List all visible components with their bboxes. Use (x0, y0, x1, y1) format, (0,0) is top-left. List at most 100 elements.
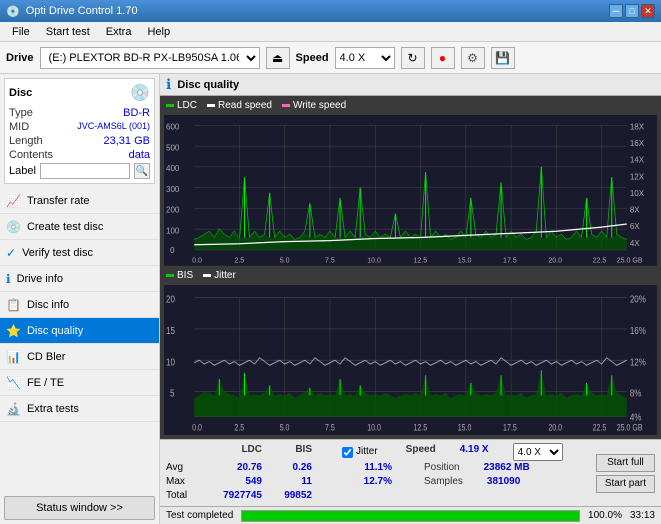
save-button[interactable]: 💾 (491, 47, 515, 69)
close-button[interactable]: ✕ (641, 4, 655, 18)
speed-select[interactable]: 4.0 X 2.0 X 8.0 X (335, 47, 395, 69)
start-part-button[interactable]: Start part (596, 475, 655, 493)
svg-text:15: 15 (166, 325, 175, 336)
progress-bar-container: Test completed 100.0% 33:13 (160, 506, 661, 524)
svg-text:15.0: 15.0 (458, 256, 472, 264)
total-label: Total (166, 489, 202, 503)
max-label: Max (166, 475, 202, 489)
avg-jitter: 11.1% (342, 461, 392, 475)
jitter-checkbox[interactable] (342, 447, 353, 458)
svg-text:15.0: 15.0 (458, 422, 472, 432)
max-jitter: 12.7% (342, 475, 392, 489)
disc-mid-label: MID (9, 121, 29, 133)
sidebar-item-disc-info[interactable]: 📋 Disc info (0, 292, 159, 318)
minimize-button[interactable]: ─ (609, 4, 623, 18)
sidebar-item-disc-quality[interactable]: ⭐ Disc quality (0, 318, 159, 344)
sidebar-item-label-cd-bler: CD Bler (27, 351, 66, 363)
ldc-header: LDC (212, 443, 262, 461)
ldc-legend-color (166, 104, 174, 107)
disc-type-label: Type (9, 107, 33, 119)
svg-text:600: 600 (166, 122, 180, 131)
menu-extra[interactable]: Extra (98, 24, 140, 40)
total-stats-row: Total 7927745 99852 (166, 489, 584, 503)
jitter-legend-color (203, 274, 211, 277)
menu-file[interactable]: File (4, 24, 38, 40)
legend-jitter: Jitter (203, 270, 236, 281)
svg-text:7.5: 7.5 (325, 422, 335, 432)
sidebar-item-label-fe-te: FE / TE (27, 377, 64, 389)
eject-button[interactable]: ⏏ (266, 47, 290, 69)
samples-value: 381090 (487, 475, 520, 489)
sidebar-item-create-test-disc[interactable]: 💿 Create test disc (0, 214, 159, 240)
window-controls: ─ □ ✕ (609, 4, 655, 18)
disc-label-button[interactable]: 🔍 (134, 163, 150, 179)
status-window-label: Status window >> (36, 502, 123, 514)
svg-text:22.5: 22.5 (593, 256, 607, 264)
spacer8 (322, 475, 332, 489)
spacer10 (473, 475, 477, 489)
sidebar-item-label-disc-info: Disc info (27, 299, 69, 311)
lower-chart-area: 20 15 10 5 20% 16% 12% 8% 4% 0.0 2.5 5.0… (164, 285, 657, 436)
disc-quality-icon: ⭐ (6, 324, 21, 338)
sidebar-item-extra-tests[interactable]: 🔬 Extra tests (0, 396, 159, 422)
legend-bis: BIS (166, 270, 193, 281)
avg-label: Avg (166, 461, 202, 475)
svg-text:0.0: 0.0 (192, 422, 202, 432)
disc-type-value: BD-R (123, 107, 150, 119)
sidebar-nav: 📈 Transfer rate 💿 Create test disc ✓ Ver… (0, 188, 159, 492)
sidebar-item-transfer-rate[interactable]: 📈 Transfer rate (0, 188, 159, 214)
disc-type-row: Type BD-R (9, 107, 150, 119)
menu-help[interactable]: Help (139, 24, 178, 40)
upper-chart-area: 600 500 400 300 200 100 0 18X 16X 14X 12… (164, 115, 657, 266)
progress-track (241, 510, 580, 522)
jitter-legend-label: Jitter (214, 270, 236, 281)
sidebar-item-fe-te[interactable]: 📉 FE / TE (0, 370, 159, 396)
bottom-stats-row: LDC BIS Jitter Speed 4.19 X 4.0 X (160, 439, 661, 506)
avg-ldc: 20.76 (212, 461, 262, 475)
disc-label-input[interactable] (40, 163, 130, 179)
svg-text:500: 500 (166, 143, 180, 152)
drive-label: Drive (6, 52, 34, 64)
svg-text:0: 0 (170, 246, 175, 255)
position-label: Position (424, 461, 460, 475)
sidebar-item-verify-test-disc[interactable]: ✓ Verify test disc (0, 240, 159, 266)
ldc-legend-label: LDC (177, 100, 197, 111)
sidebar-item-label-verify-test-disc: Verify test disc (22, 247, 93, 259)
start-full-button[interactable]: Start full (596, 454, 655, 472)
svg-text:200: 200 (166, 205, 180, 214)
stats-table-area: LDC BIS Jitter Speed 4.19 X 4.0 X (160, 440, 590, 506)
svg-text:6X: 6X (630, 222, 640, 231)
app-title: Opti Drive Control 1.70 (26, 5, 138, 17)
svg-text:16X: 16X (630, 139, 645, 148)
avg-stats-row: Avg 20.76 0.26 11.1% Position 23862 MB (166, 461, 584, 475)
svg-text:4X: 4X (630, 239, 640, 248)
config-button[interactable]: ⚙ (461, 47, 485, 69)
toolbar: Drive (E:) PLEXTOR BD-R PX-LB950SA 1.06 … (0, 42, 661, 74)
speed-label: Speed (296, 52, 329, 64)
svg-text:2.5: 2.5 (234, 256, 244, 264)
upper-chart-legend: LDC Read speed Write speed (162, 98, 659, 113)
menu-start-test[interactable]: Start test (38, 24, 98, 40)
sidebar-item-cd-bler[interactable]: 📊 CD Bler (0, 344, 159, 370)
disc-contents-label: Contents (9, 149, 53, 161)
sidebar-item-label-create-test-disc: Create test disc (27, 221, 103, 233)
drive-info-icon: ℹ (6, 272, 11, 286)
drive-select[interactable]: (E:) PLEXTOR BD-R PX-LB950SA 1.06 (40, 47, 260, 69)
refresh-button[interactable]: ↻ (401, 47, 425, 69)
svg-text:22.5: 22.5 (593, 422, 607, 432)
lower-chart-svg: 20 15 10 5 20% 16% 12% 8% 4% 0.0 2.5 5.0… (164, 285, 657, 436)
svg-text:12%: 12% (630, 356, 646, 367)
record-button[interactable]: ● (431, 47, 455, 69)
spacer (322, 443, 332, 461)
chart-title-bar: ℹ Disc quality (160, 74, 661, 96)
total-ldc: 7927745 (212, 489, 262, 503)
speed-stat-select[interactable]: 4.0 X (513, 443, 563, 461)
spacer9 (402, 475, 414, 489)
read-speed-legend-label: Read speed (218, 100, 272, 111)
sidebar-item-drive-info[interactable]: ℹ Drive info (0, 266, 159, 292)
svg-text:10.0: 10.0 (367, 256, 381, 264)
status-window-button[interactable]: Status window >> (4, 496, 155, 520)
maximize-button[interactable]: □ (625, 4, 639, 18)
disc-mid-row: MID JVC-AMS6L (001) (9, 121, 150, 133)
avg-bis: 0.26 (272, 461, 312, 475)
